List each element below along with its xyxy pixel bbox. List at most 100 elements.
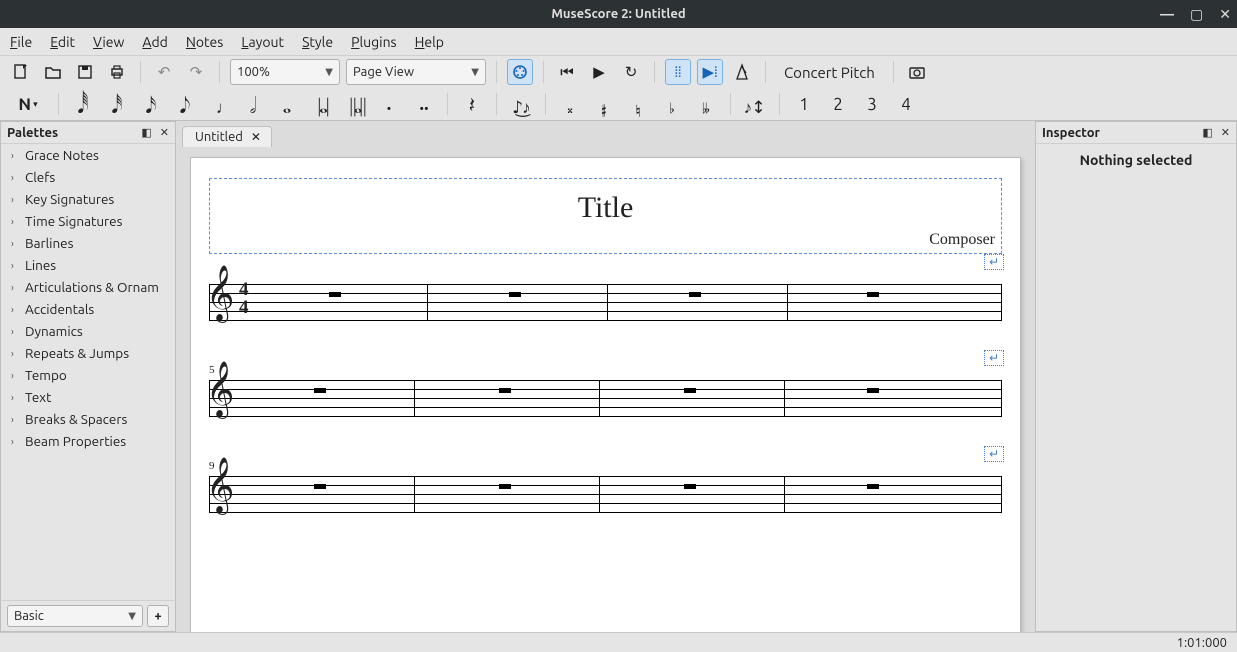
menu-style[interactable]: Style	[302, 28, 333, 56]
whole-rest[interactable]	[867, 292, 879, 297]
tie-icon[interactable]: ♪͜♪	[507, 91, 535, 117]
palette-item-lines[interactable]: ›Lines	[1, 254, 175, 276]
duration-breve-icon[interactable]: ⏐𝅝⏐	[307, 91, 335, 117]
menu-notes[interactable]: Notes	[186, 28, 223, 56]
duration-half-icon[interactable]: 𝅗𝅥	[239, 91, 267, 117]
play-repeats-icon[interactable]: ⦙⦙	[665, 59, 691, 85]
menu-help[interactable]: Help	[415, 28, 444, 56]
pan-icon[interactable]: ▶⦙	[697, 59, 723, 85]
whole-rest[interactable]	[867, 388, 879, 393]
dot-icon[interactable]: .	[375, 91, 403, 117]
palette-item-key-signatures[interactable]: ›Key Signatures	[1, 188, 175, 210]
palette-item-beam[interactable]: ›Beam Properties	[1, 430, 175, 452]
palette-item-accidentals[interactable]: ›Accidentals	[1, 298, 175, 320]
tab-close-icon[interactable]: ✕	[251, 130, 261, 144]
workspace-combo[interactable]: Basic ▼	[7, 605, 143, 627]
system-break-icon[interactable]: ↵	[984, 446, 1004, 462]
score-tab-untitled[interactable]: Untitled ✕	[182, 126, 272, 147]
redo-icon[interactable]: ↷	[183, 59, 209, 85]
save-icon[interactable]	[72, 59, 98, 85]
staff[interactable]: 𝄞	[209, 476, 1002, 512]
staff[interactable]: 𝄞	[209, 380, 1002, 416]
whole-rest[interactable]	[867, 484, 879, 489]
whole-rest[interactable]	[684, 388, 696, 393]
concert-pitch-button[interactable]: Concert Pitch	[776, 59, 883, 85]
flip-direction-icon[interactable]: ♪↕	[741, 91, 769, 117]
duration-16th-icon[interactable]: 𝅘𝅥𝅯	[137, 91, 165, 117]
duration-whole-icon[interactable]: 𝅝	[273, 91, 301, 117]
whole-rest[interactable]	[689, 292, 701, 297]
maximize-icon[interactable]: ▢	[1190, 6, 1203, 23]
new-score-icon[interactable]	[8, 59, 34, 85]
rest-icon[interactable]: 𝄽	[458, 91, 486, 117]
natural-icon[interactable]: ♮	[624, 91, 652, 117]
palette-item-breaks[interactable]: ›Breaks & Spacers	[1, 408, 175, 430]
title-frame[interactable]: Title Composer	[209, 178, 1002, 254]
score-composer[interactable]: Composer	[929, 231, 995, 249]
voice-4-button[interactable]: 4	[892, 91, 920, 117]
palette-item-tempo[interactable]: ›Tempo	[1, 364, 175, 386]
menu-view[interactable]: View	[93, 28, 124, 56]
whole-rest[interactable]	[684, 484, 696, 489]
palette-item-articulations[interactable]: ›Articulations & Ornam	[1, 276, 175, 298]
double-dot-icon[interactable]: . .	[409, 91, 437, 117]
palette-item-clefs[interactable]: ›Clefs	[1, 166, 175, 188]
palette-item-text[interactable]: ›Text	[1, 386, 175, 408]
duration-32nd-icon[interactable]: 𝅘𝅥𝅰	[103, 91, 131, 117]
rewind-icon[interactable]: ⏮	[554, 59, 580, 85]
loop-icon[interactable]: ↻	[618, 59, 644, 85]
undock-icon[interactable]: ◧	[1202, 126, 1212, 139]
palette-item-dynamics[interactable]: ›Dynamics	[1, 320, 175, 342]
sharp-icon[interactable]: ♯	[590, 91, 618, 117]
score-title[interactable]: Title	[578, 191, 634, 225]
whole-rest[interactable]	[499, 484, 511, 489]
undo-icon[interactable]: ↶	[151, 59, 177, 85]
panel-close-icon[interactable]: ✕	[1221, 126, 1230, 139]
zoom-combo[interactable]: 100% ▼	[230, 59, 340, 85]
screenshot-icon[interactable]	[904, 59, 930, 85]
palette-item-barlines[interactable]: ›Barlines	[1, 232, 175, 254]
whole-rest[interactable]	[314, 388, 326, 393]
menu-edit[interactable]: Edit	[50, 28, 75, 56]
voice-1-button[interactable]: 1	[790, 91, 818, 117]
flat-icon[interactable]: ♭	[658, 91, 686, 117]
minimize-icon[interactable]: —	[1160, 6, 1174, 22]
whole-rest[interactable]	[499, 388, 511, 393]
duration-longa-icon[interactable]: ⏐⏐𝅝⏐⏐	[341, 91, 369, 117]
score-page[interactable]: Title Composer ↵ 𝄞 4 4	[190, 157, 1021, 632]
duration-64th-icon[interactable]: 𝅘𝅥𝅱	[69, 91, 97, 117]
palette-item-repeats[interactable]: ›Repeats & Jumps	[1, 342, 175, 364]
menu-layout[interactable]: Layout	[241, 28, 284, 56]
palette-item-time-signatures[interactable]: ›Time Signatures	[1, 210, 175, 232]
double-flat-icon[interactable]: 𝄫	[692, 91, 720, 117]
system-break-icon[interactable]: ↵	[984, 254, 1004, 270]
view-mode-combo[interactable]: Page View ▼	[346, 59, 486, 85]
note-input-button[interactable]: N ▾	[8, 91, 48, 117]
midi-input-icon[interactable]	[507, 59, 533, 85]
whole-rest[interactable]	[314, 484, 326, 489]
open-icon[interactable]	[40, 59, 66, 85]
system-break-icon[interactable]: ↵	[984, 350, 1004, 366]
print-icon[interactable]	[104, 59, 130, 85]
voice-3-button[interactable]: 3	[858, 91, 886, 117]
score-scroll[interactable]: Title Composer ↵ 𝄞 4 4	[176, 147, 1035, 632]
play-icon[interactable]: ▶	[586, 59, 612, 85]
palette-item-grace-notes[interactable]: ›Grace Notes	[1, 144, 175, 166]
menu-add[interactable]: Add	[142, 28, 167, 56]
panel-close-icon[interactable]: ✕	[160, 126, 169, 139]
menu-plugins[interactable]: Plugins	[351, 28, 397, 56]
double-sharp-icon[interactable]: 𝄪	[556, 91, 584, 117]
duration-quarter-icon[interactable]: ♩	[205, 91, 233, 117]
add-workspace-button[interactable]: +	[147, 605, 169, 627]
menu-file[interactable]: File	[10, 28, 32, 56]
whole-rest[interactable]	[329, 292, 341, 297]
duration-8th-icon[interactable]: 𝅘𝅥𝅮	[171, 91, 199, 117]
whole-rest[interactable]	[509, 292, 521, 297]
palette-label: Barlines	[25, 235, 73, 251]
metronome-icon[interactable]	[729, 59, 755, 85]
close-icon[interactable]: ✕	[1219, 6, 1231, 23]
undock-icon[interactable]: ◧	[141, 126, 151, 139]
staff[interactable]: 𝄞 4 4	[209, 284, 1002, 320]
voice-2-button[interactable]: 2	[824, 91, 852, 117]
palette-label: Beam Properties	[25, 433, 126, 449]
